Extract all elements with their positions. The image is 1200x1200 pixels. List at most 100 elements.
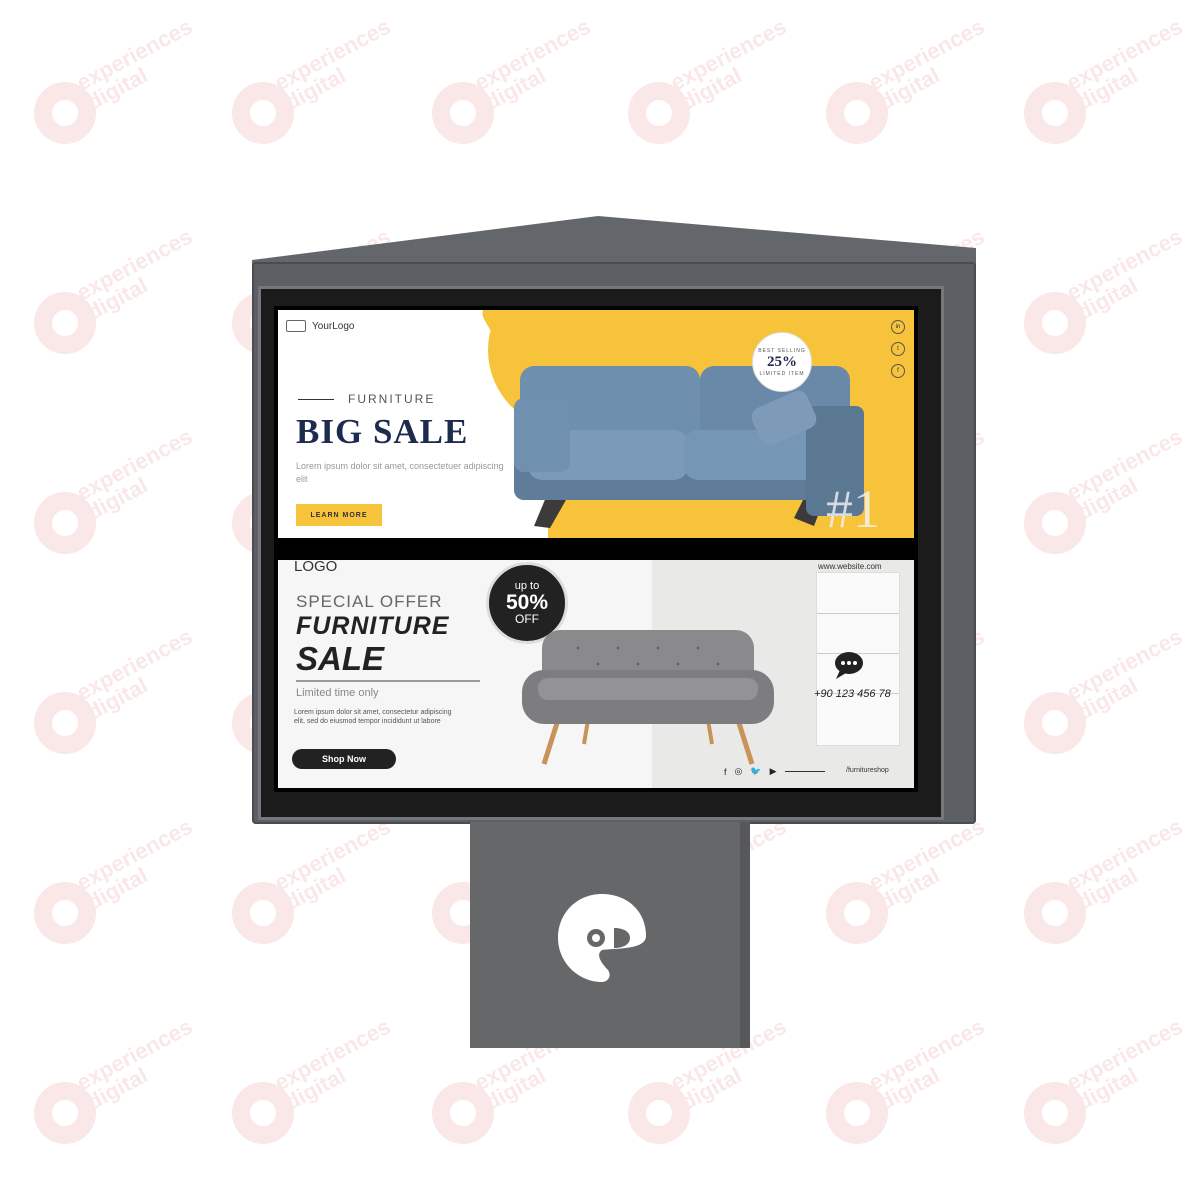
description: Lorem ipsum dolor sit amet, consectetuer… <box>296 461 504 484</box>
twitter-icon[interactable]: t <box>891 342 905 356</box>
watermark-line-1: experiences <box>72 13 197 96</box>
watermark-line-2: digital <box>874 62 944 115</box>
watermark-line-2: digital <box>280 862 350 915</box>
watermark-line-2: digital <box>1072 62 1142 115</box>
watermark-logo: experiencesdigital <box>34 424 204 560</box>
watermark-line-1: experiences <box>72 813 197 896</box>
linkedin-icon[interactable]: in <box>891 320 905 334</box>
website-link[interactable]: www.website.com <box>818 562 882 571</box>
watermark-line-2: digital <box>480 62 550 115</box>
watermark-text: experiencesdigital <box>72 13 206 115</box>
subtitle: Limited time only <box>296 687 379 699</box>
watermark-line-2: digital <box>82 862 152 915</box>
watermark-line-2: digital <box>676 62 746 115</box>
watermark-line-1: experiences <box>666 13 791 96</box>
facebook-icon[interactable]: f <box>724 767 727 777</box>
watermark-icon <box>1024 1082 1086 1144</box>
twitter-icon[interactable]: 🐦 <box>750 766 761 777</box>
watermark-line-1: experiences <box>1062 1013 1187 1096</box>
sofa-logo-icon <box>286 320 306 332</box>
watermark-icon <box>826 1082 888 1144</box>
watermark-text: experiencesdigital <box>1062 224 1196 325</box>
ad-furniture-big-sale: YourLogo FURNITURE BIG SALE Lorem ipsum … <box>278 310 914 538</box>
watermark-text: experiencesdigital <box>270 1013 404 1115</box>
description: Lorem ipsum dolor sit amet, consectetur … <box>294 709 452 725</box>
learn-more-button[interactable]: LEARN MORE <box>296 504 382 526</box>
watermark-logo: experiencesdigital <box>232 1014 402 1150</box>
watermark-logo: experiencesdigital <box>432 14 602 150</box>
watermark-logo: experiencesdigital <box>34 14 204 150</box>
logo-text[interactable]: LOGO <box>294 560 337 575</box>
watermark-icon <box>232 82 294 144</box>
brand-logo[interactable]: YourLogo <box>286 320 354 332</box>
watermark-logo: experiencesdigital <box>1024 224 1194 360</box>
watermark-line-2: digital <box>82 62 152 115</box>
watermark-logo: experiencesdigital <box>628 14 798 150</box>
watermark-logo: experiencesdigital <box>826 1014 996 1150</box>
blue-sofa-image <box>514 366 864 528</box>
badge-value: 50% <box>505 591 549 614</box>
watermark-icon <box>826 882 888 944</box>
badge-bottom-text: LIMITED ITEM <box>759 370 805 377</box>
watermark-icon <box>34 292 96 354</box>
watermark-line-1: experiences <box>270 13 395 96</box>
watermark-icon <box>1024 292 1086 354</box>
chat-icon <box>835 652 863 679</box>
watermark-logo: experiencesdigital <box>826 814 996 950</box>
social-handle[interactable]: /furnitureshop <box>846 767 889 774</box>
kicker-rule <box>298 399 334 400</box>
watermark-text: experiencesdigital <box>1062 1013 1196 1115</box>
watermark-logo: experiencesdigital <box>34 1014 204 1150</box>
watermark-logo: experiencesdigital <box>1024 1014 1194 1150</box>
watermark-logo: experiencesdigital <box>1024 424 1194 560</box>
watermark-icon <box>432 1082 494 1144</box>
watermark-line-1: experiences <box>270 1013 395 1096</box>
watermark-line-1: experiences <box>1062 813 1187 896</box>
watermark-logo: experiencesdigital <box>34 224 204 360</box>
watermark-logo: experiencesdigital <box>1024 814 1194 950</box>
watermark-line-2: digital <box>1072 672 1142 725</box>
watermark-line-1: experiences <box>270 813 395 896</box>
watermark-line-1: experiences <box>1062 423 1187 506</box>
watermark-icon <box>34 1082 96 1144</box>
watermark-logo: experiencesdigital <box>34 814 204 950</box>
youtube-icon[interactable]: ▶ <box>770 766 777 777</box>
divider <box>296 680 480 682</box>
shop-now-button[interactable]: Shop Now <box>292 749 396 769</box>
phone-number[interactable]: +90 123 456 78 <box>814 688 891 700</box>
watermark-line-1: experiences <box>72 623 197 706</box>
watermark-logo: experiencesdigital <box>1024 14 1194 150</box>
watermark-text: experiencesdigital <box>470 13 604 115</box>
watermark-icon <box>34 82 96 144</box>
title-line-1: FURNITURE <box>296 612 450 640</box>
watermark-icon <box>232 1082 294 1144</box>
watermark-line-1: experiences <box>470 13 595 96</box>
watermark-line-1: experiences <box>72 1013 197 1096</box>
watermark-line-1: experiences <box>864 13 989 96</box>
watermark-icon <box>1024 82 1086 144</box>
watermark-line-1: experiences <box>72 423 197 506</box>
watermark-line-1: experiences <box>72 223 197 306</box>
watermark-line-1: experiences <box>864 1013 989 1096</box>
watermark-text: experiencesdigital <box>72 223 206 325</box>
watermark-icon <box>34 882 96 944</box>
watermark-text: experiencesdigital <box>1062 624 1196 725</box>
instagram-icon[interactable]: ◎ <box>735 766 743 777</box>
watermark-line-2: digital <box>82 1062 152 1115</box>
social-links: f ◎ 🐦 ▶ <box>724 766 825 777</box>
watermark-line-1: experiences <box>864 813 989 896</box>
watermark-icon <box>1024 492 1086 554</box>
brand-logo-icon <box>558 894 646 982</box>
watermark-logo: experiencesdigital <box>1024 624 1194 760</box>
watermark-line-2: digital <box>82 272 152 325</box>
watermark-icon <box>34 492 96 554</box>
watermark-text: experiencesdigital <box>1062 813 1196 915</box>
watermark-text: experiencesdigital <box>270 13 404 115</box>
shelf-board <box>817 613 899 614</box>
watermark-text: experiencesdigital <box>864 1013 998 1115</box>
watermark-icon <box>34 692 96 754</box>
watermark-text: experiencesdigital <box>1062 423 1196 525</box>
watermark-line-2: digital <box>82 472 152 525</box>
watermark-icon <box>1024 692 1086 754</box>
facebook-icon[interactable]: f <box>891 364 905 378</box>
